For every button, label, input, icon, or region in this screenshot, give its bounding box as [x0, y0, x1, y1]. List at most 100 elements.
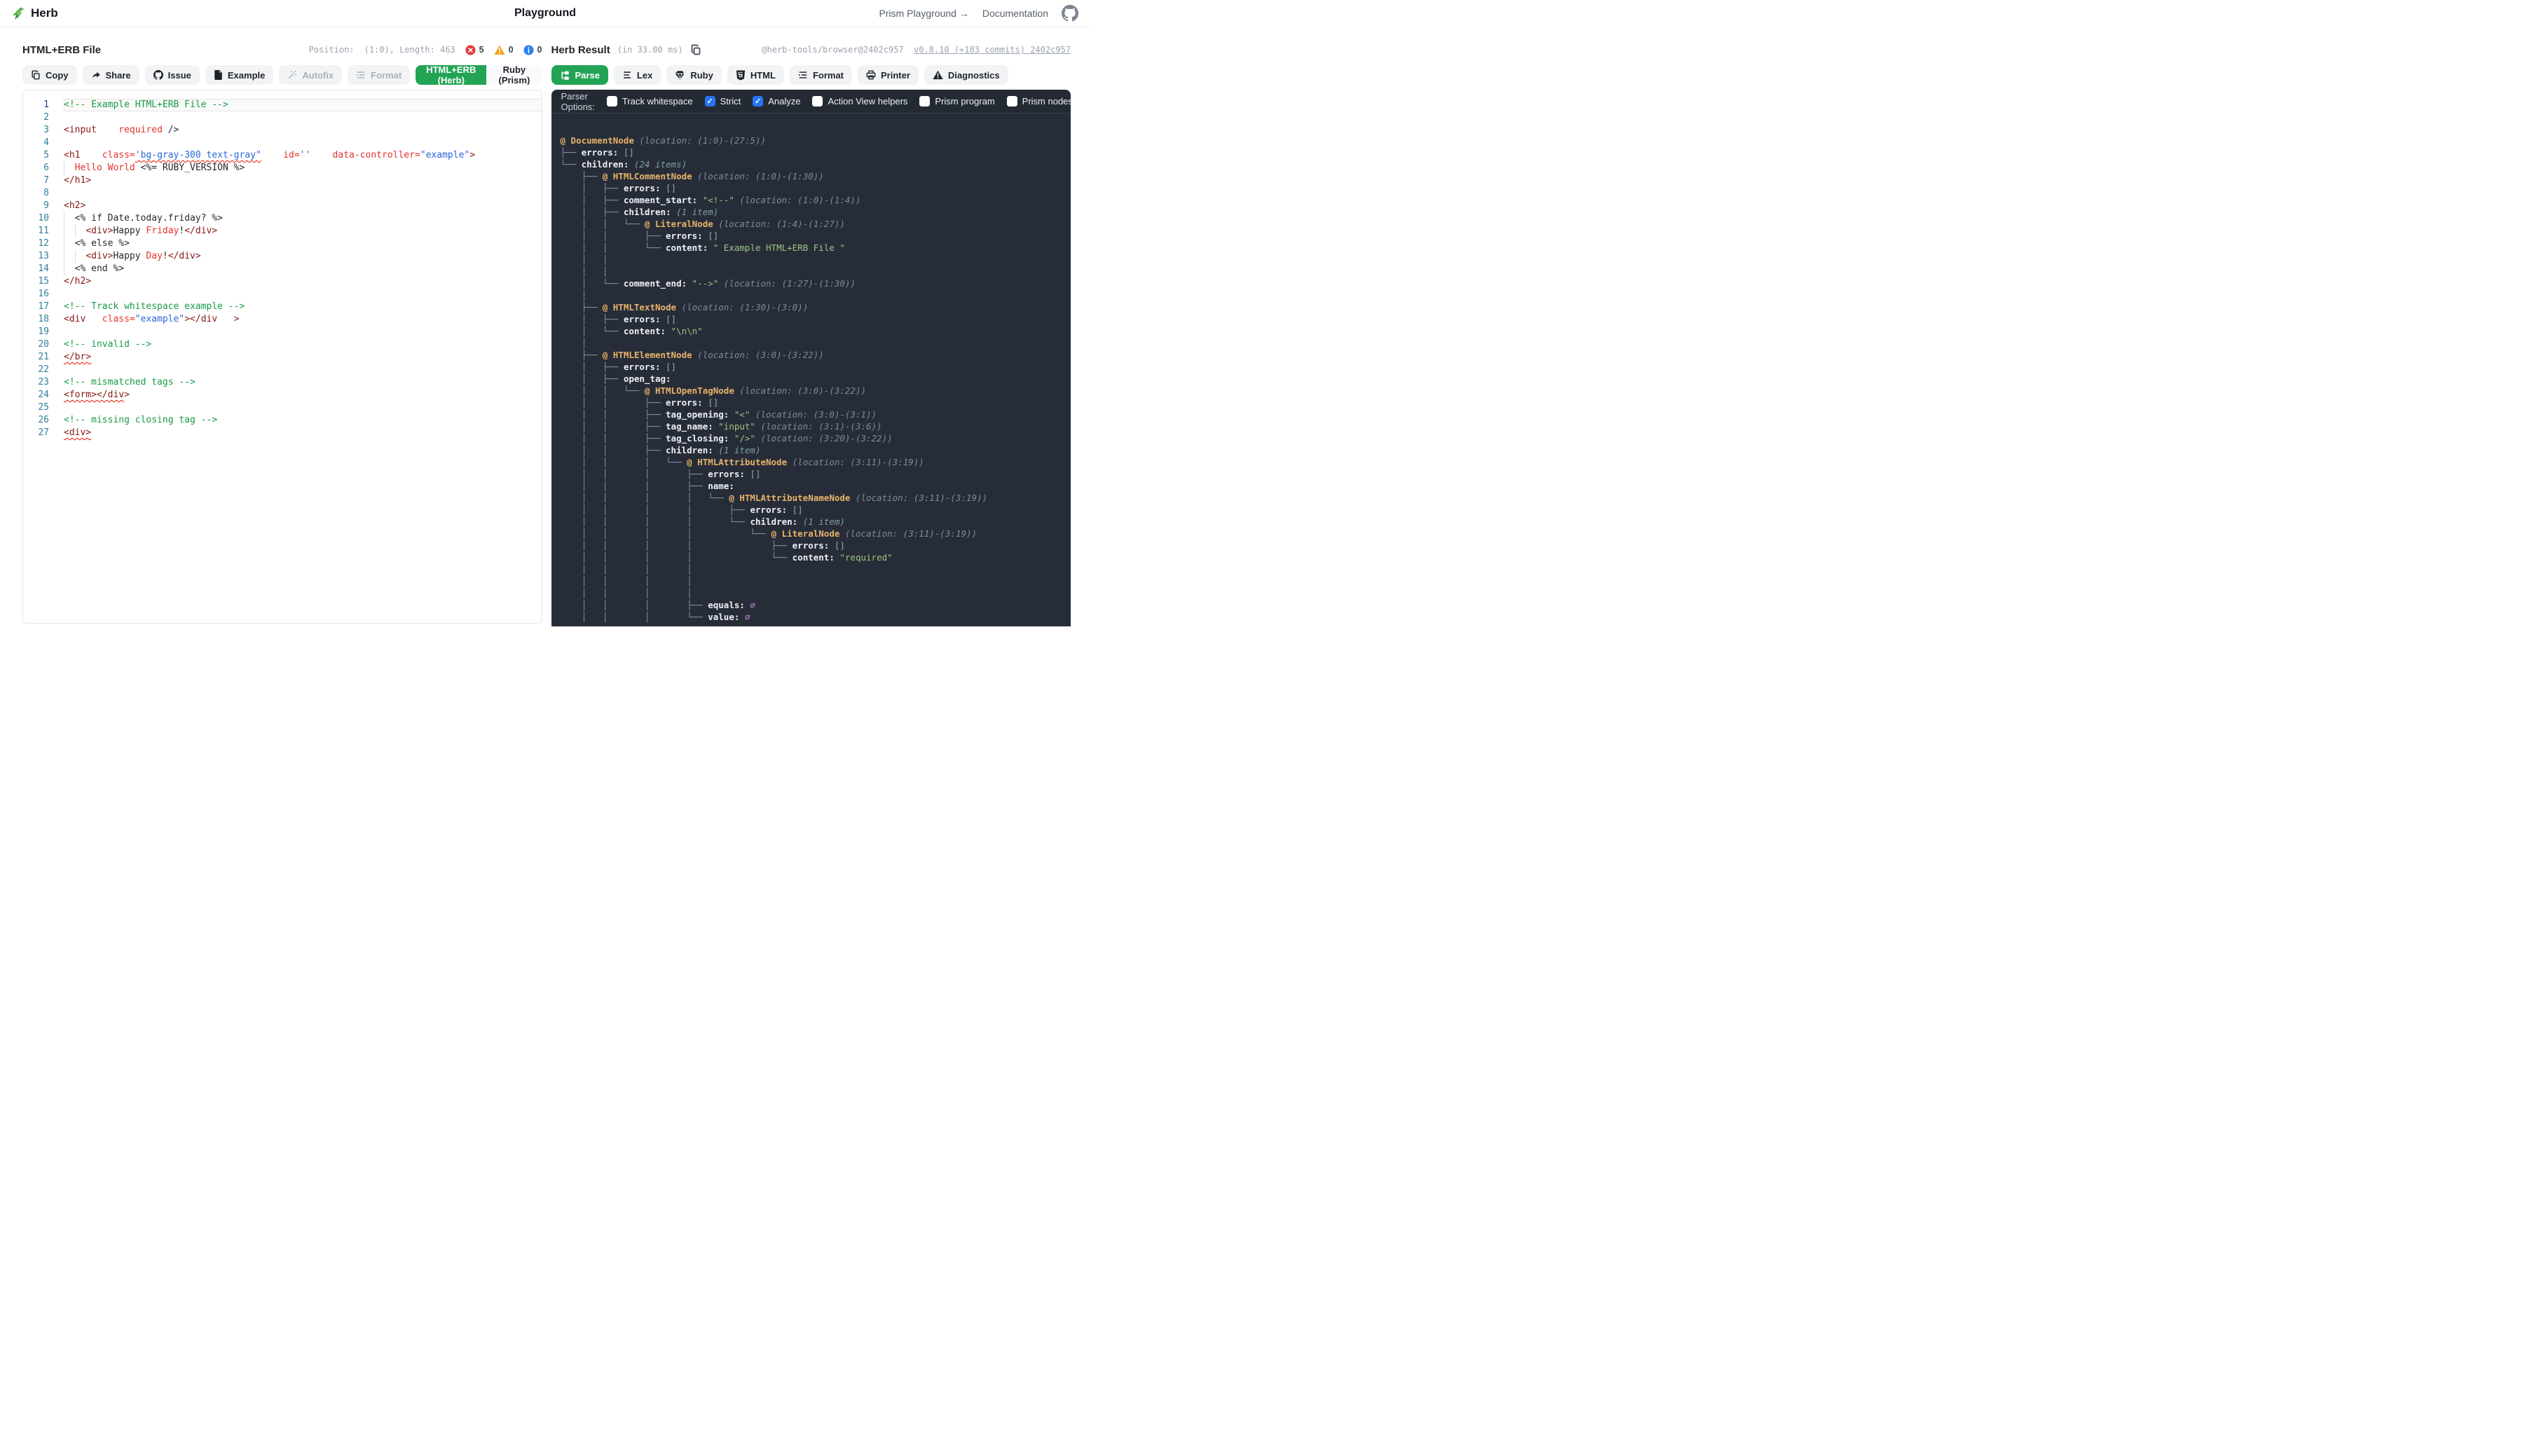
- tree-line: │ │ │ │ ├── errors: []: [561, 540, 1071, 551]
- parser-option-action-view-helpers[interactable]: Action View helpers: [812, 96, 907, 107]
- parser-option-strict[interactable]: ✓Strict: [705, 96, 741, 107]
- editor-line[interactable]: 15</h2>: [23, 275, 542, 288]
- line-number[interactable]: 17: [23, 301, 64, 313]
- editor-line[interactable]: 22: [23, 364, 542, 376]
- editor-line[interactable]: 19: [23, 326, 542, 338]
- printer-button[interactable]: Printer: [858, 65, 919, 85]
- line-number[interactable]: 26: [23, 414, 64, 427]
- result-format-button[interactable]: Format: [790, 65, 852, 85]
- checkbox-icon[interactable]: [919, 96, 930, 107]
- line-number[interactable]: 7: [23, 174, 64, 187]
- line-number[interactable]: 11: [23, 225, 64, 238]
- checkbox-icon[interactable]: [1007, 96, 1017, 107]
- line-number[interactable]: 16: [23, 288, 64, 301]
- editor-line[interactable]: 17<!-- Track whitespace example -->: [23, 301, 542, 313]
- parser-option-analyze[interactable]: ✓Analyze: [753, 96, 800, 107]
- editor-line[interactable]: 14 <% end %>: [23, 263, 542, 275]
- line-number[interactable]: 13: [23, 250, 64, 263]
- editor-line[interactable]: 24<form></div>: [23, 389, 542, 401]
- editor-line[interactable]: 16: [23, 288, 542, 301]
- link-prism-playground[interactable]: Prism Playground →: [879, 8, 968, 19]
- lex-button[interactable]: Lex: [614, 65, 661, 85]
- share-icon: [91, 70, 101, 80]
- line-number[interactable]: 25: [23, 401, 64, 414]
- editor-line[interactable]: 13 <div>Happy Day!</div>: [23, 250, 542, 263]
- editor-line[interactable]: 23<!-- mismatched tags -->: [23, 376, 542, 389]
- line-number[interactable]: 23: [23, 376, 64, 389]
- checkbox-checked-icon[interactable]: ✓: [705, 96, 715, 107]
- tree-line: │ │: [561, 254, 1071, 266]
- example-button[interactable]: Example: [205, 65, 273, 85]
- herb-logo[interactable]: Herb: [12, 6, 58, 20]
- checkbox-icon[interactable]: [812, 96, 823, 107]
- line-number[interactable]: 5: [23, 149, 64, 162]
- line-number[interactable]: 20: [23, 338, 64, 351]
- editor-line[interactable]: 21</br>: [23, 351, 542, 364]
- editor-line[interactable]: 27<div>: [23, 427, 542, 439]
- issue-button[interactable]: Issue: [145, 65, 200, 85]
- tree-line: │ │ │ │ ├── errors: []: [561, 504, 1071, 516]
- editor-line[interactable]: 2: [23, 111, 542, 124]
- line-number[interactable]: 21: [23, 351, 64, 364]
- line-number[interactable]: 1: [23, 99, 64, 111]
- language-html-erb[interactable]: HTML+ERB (Herb): [416, 65, 486, 85]
- editor-line[interactable]: 9<h2>: [23, 200, 542, 212]
- line-number[interactable]: 24: [23, 389, 64, 401]
- html-button[interactable]: HTML: [727, 65, 784, 85]
- line-number[interactable]: 2: [23, 111, 64, 124]
- editor-line[interactable]: 5<h1 class='bg-gray-300 text-gray" id=''…: [23, 149, 542, 162]
- autofix-button[interactable]: Autofix: [279, 65, 342, 85]
- tree-line: │ │ └── @ LiteralNode (location: (1:4)-(…: [561, 218, 1071, 230]
- parser-option-prism-nodes[interactable]: Prism nodes: [1007, 96, 1071, 107]
- editor-line[interactable]: 26<!-- missing closing tag -->: [23, 414, 542, 427]
- diagnostics-button[interactable]: Diagnostics: [924, 65, 1008, 85]
- line-number[interactable]: 6: [23, 162, 64, 174]
- tree-line: │ │ │ │ └── @ LiteralNode (location: (3:…: [561, 528, 1071, 540]
- format-button[interactable]: Format: [348, 65, 410, 85]
- tree-line: ├── errors: []: [561, 146, 1071, 158]
- line-number[interactable]: 3: [23, 124, 64, 137]
- editor-line[interactable]: 8: [23, 187, 542, 200]
- editor-line[interactable]: 7</h1>: [23, 174, 542, 187]
- line-number[interactable]: 10: [23, 212, 64, 225]
- line-number[interactable]: 22: [23, 364, 64, 376]
- editor-line[interactable]: 3<input required />: [23, 124, 542, 137]
- line-number[interactable]: 14: [23, 263, 64, 275]
- line-number[interactable]: 9: [23, 200, 64, 212]
- editor-line[interactable]: 6 Hello World <%= RUBY_VERSION %>: [23, 162, 542, 174]
- link-documentation[interactable]: Documentation: [982, 8, 1048, 19]
- parser-option-prism-program[interactable]: Prism program: [919, 96, 994, 107]
- editor-line[interactable]: 1<!-- Example HTML+ERB File -->: [23, 99, 542, 111]
- editor-line[interactable]: 25: [23, 401, 542, 414]
- line-number[interactable]: 12: [23, 238, 64, 250]
- line-number[interactable]: 19: [23, 326, 64, 338]
- editor-line[interactable]: 11 <div>Happy Friday!</div>: [23, 225, 542, 238]
- copy-result-button[interactable]: [690, 44, 701, 55]
- parser-option-track-whitespace[interactable]: Track whitespace: [607, 96, 693, 107]
- parse-button[interactable]: Parse: [551, 65, 608, 85]
- editor-line[interactable]: 12 <% else %>: [23, 238, 542, 250]
- checkbox-icon[interactable]: [607, 96, 617, 107]
- editor-line[interactable]: 18<div class="example"></div >: [23, 313, 542, 326]
- code-editor[interactable]: 1<!-- Example HTML+ERB File -->23<input …: [22, 90, 542, 624]
- github-link[interactable]: [1062, 5, 1078, 22]
- version-link[interactable]: v0.8.10 (+183 commits) 2402c957: [914, 45, 1071, 55]
- line-number[interactable]: 27: [23, 427, 64, 439]
- line-number[interactable]: 18: [23, 313, 64, 326]
- source-toolbar: Copy Share Issue Example Autofix Format: [22, 65, 542, 85]
- line-number[interactable]: 15: [23, 275, 64, 288]
- ruby-button[interactable]: Ruby: [666, 65, 722, 85]
- tree-line: │ │ │ │: [561, 575, 1071, 587]
- line-number[interactable]: 4: [23, 137, 64, 149]
- result-panel[interactable]: Parser Options: Track whitespace✓Strict✓…: [551, 90, 1071, 626]
- line-number[interactable]: 8: [23, 187, 64, 200]
- diagnostics-warning-icon: [933, 70, 943, 80]
- language-ruby-prism[interactable]: Ruby (Prism): [486, 65, 542, 85]
- copy-button[interactable]: Copy: [22, 65, 77, 85]
- share-button[interactable]: Share: [83, 65, 139, 85]
- checkbox-checked-icon[interactable]: ✓: [753, 96, 763, 107]
- editor-line[interactable]: 4: [23, 137, 542, 149]
- editor-line[interactable]: 10 <% if Date.today.friday? %>: [23, 212, 542, 225]
- editor-line[interactable]: 20<!-- invalid -->: [23, 338, 542, 351]
- tree-line: │ └── content: "\n\n": [561, 325, 1071, 337]
